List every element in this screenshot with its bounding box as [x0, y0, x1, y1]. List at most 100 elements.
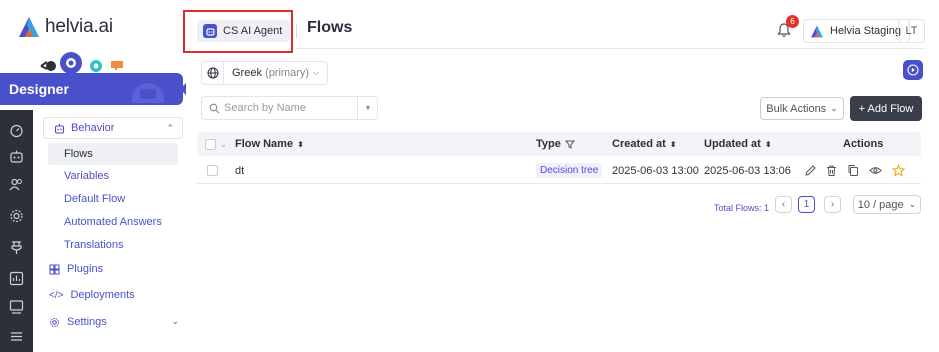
menu-item-translations[interactable]: Translations	[48, 234, 178, 256]
designer-section-header: Designer	[0, 73, 183, 105]
menu-item-label: Flows	[64, 148, 93, 160]
menu-plugins-label: Plugins	[67, 263, 104, 275]
select-all-checkbox[interactable]	[205, 138, 216, 150]
globe-icon	[202, 62, 224, 84]
pagination-next-button[interactable]: ›	[824, 196, 841, 213]
language-suffix: (primary)	[265, 67, 310, 79]
plugin-icon[interactable]	[8, 238, 25, 255]
menu-behavior[interactable]: Behavior ⌃	[43, 117, 183, 139]
column-actions: Actions	[843, 132, 883, 156]
bot-designer-icon[interactable]	[8, 148, 25, 165]
column-label: Created at	[612, 138, 666, 150]
menu-item-flows[interactable]: Flows	[48, 143, 178, 165]
row-type-cell: Decision tree	[536, 157, 603, 184]
dashboard-icon[interactable]	[8, 122, 25, 139]
page-size-selector[interactable]: 10 / page ⌄	[853, 195, 921, 214]
user-avatar[interactable]: LT	[898, 19, 925, 43]
row-checkbox[interactable]	[207, 165, 218, 176]
users-icon[interactable]	[8, 176, 25, 193]
helvia-org-icon	[811, 25, 823, 37]
column-flow-name[interactable]: Flow Name ⬍	[235, 132, 304, 156]
menu-settings-label: Settings	[67, 316, 107, 328]
menu-behavior-label: Behavior	[71, 122, 115, 134]
page-size-label: 10 / page	[857, 198, 904, 211]
chevron-down-icon: ⌵	[312, 68, 319, 77]
chevron-down-icon: ⌄	[171, 316, 179, 326]
flows-table-header: ⌄ Flow Name ⬍ Type Created at ⬍ Updated …	[197, 132, 921, 156]
pagination-prev-button[interactable]: ‹	[775, 196, 792, 213]
menu-item-label: Variables	[64, 170, 110, 182]
brand-name: helvia.ai	[45, 16, 113, 37]
chevron-down-icon: ⌄	[908, 199, 917, 209]
add-flow-button[interactable]: + Add Flow	[850, 96, 922, 121]
filter-funnel-icon[interactable]	[564, 139, 575, 149]
chevron-down-icon[interactable]: ⌄	[220, 140, 227, 149]
analytics-icon[interactable]	[8, 270, 25, 287]
chevron-down-icon: ⌄	[830, 103, 838, 113]
language-value: Greek	[232, 67, 262, 79]
brand-logo[interactable]: helvia.ai	[18, 16, 113, 38]
sort-icon: ⬍	[764, 139, 772, 149]
type-tag: Decision tree	[536, 163, 603, 178]
bulk-actions-label: Bulk Actions	[766, 102, 827, 115]
pagination-page-button[interactable]: 1	[798, 196, 815, 213]
column-label: Flow Name	[235, 138, 294, 150]
menu-settings[interactable]: Settings ⌄	[49, 311, 179, 333]
row-updated-at: 2025-06-03 13:06	[704, 164, 791, 177]
chevron-up-icon: ⌃	[166, 123, 174, 133]
favorite-star-icon[interactable]	[892, 164, 905, 177]
search-input[interactable]	[224, 102, 344, 114]
row-select-cell	[207, 157, 218, 184]
chevron-left-icon: ‹	[781, 199, 786, 210]
search-filter-dropdown-icon[interactable]: ▼	[357, 97, 378, 119]
search-icon	[209, 103, 220, 113]
edit-pencil-icon[interactable]	[804, 164, 817, 177]
menu-item-variables[interactable]: Variables	[48, 165, 178, 187]
left-icon-rail	[0, 110, 33, 352]
language-selector[interactable]: Greek (primary) ⌵	[201, 61, 328, 85]
helvia-logo-icon	[19, 17, 39, 37]
duplicate-copy-icon[interactable]	[847, 164, 860, 177]
bulk-actions-button[interactable]: Bulk Actions ⌄	[760, 97, 844, 120]
row-flow-name[interactable]: dt	[235, 157, 244, 184]
menu-list-icon[interactable]	[8, 328, 25, 345]
settings-gear-icon[interactable]	[8, 208, 25, 225]
menu-item-label: Default Flow	[64, 193, 126, 205]
table-row[interactable]: dt Decision tree 2025-06-03 13:00 2025-0…	[197, 157, 921, 184]
search-box: ▼	[201, 96, 378, 120]
add-flow-label: + Add Flow	[858, 102, 914, 115]
menu-item-label: Automated Answers	[64, 216, 162, 228]
preview-eye-icon[interactable]	[869, 164, 882, 177]
column-updated-at[interactable]: Updated at ⬍	[704, 132, 772, 156]
agent-label: CS AI Agent	[223, 25, 283, 37]
code-icon: </>	[49, 289, 64, 301]
organization-switcher[interactable]: Helvia Staging	[803, 19, 910, 43]
plugins-grid-icon	[49, 264, 60, 274]
org-label: Helvia Staging	[830, 25, 901, 37]
menu-deployments-label: Deployments	[70, 289, 135, 301]
delete-trash-icon[interactable]	[825, 164, 838, 177]
menu-plugins[interactable]: Plugins	[49, 258, 103, 280]
designer-watermark-icon	[132, 83, 164, 103]
sort-icon: ⬍	[297, 139, 304, 149]
menu-item-automated-answers[interactable]: Automated Answers	[48, 211, 178, 233]
column-label: Updated at	[704, 138, 761, 150]
bot-icon	[54, 123, 65, 134]
chevron-right-icon: ›	[830, 199, 835, 210]
monitor-icon[interactable]	[8, 298, 25, 315]
play-icon	[907, 64, 919, 76]
select-all-cell: ⌄	[205, 132, 227, 156]
menu-item-default-flow[interactable]: Default Flow	[48, 188, 178, 210]
column-type[interactable]: Type	[536, 132, 575, 156]
pagination-total: Total Flows: 1	[714, 203, 770, 213]
collapse-sidebar-icon[interactable]	[179, 82, 187, 96]
designer-title: Designer	[9, 81, 69, 97]
column-created-at[interactable]: Created at ⬍	[612, 132, 677, 156]
column-label: Actions	[843, 138, 884, 150]
row-created-at: 2025-06-03 13:00	[612, 164, 699, 177]
test-bot-play-button[interactable]	[903, 60, 923, 80]
notification-count-badge: 6	[786, 15, 799, 28]
menu-deployments[interactable]: </> Deployments	[49, 284, 135, 306]
agent-selector-button[interactable]: CS AI Agent	[197, 20, 291, 42]
header-divider	[296, 24, 297, 38]
